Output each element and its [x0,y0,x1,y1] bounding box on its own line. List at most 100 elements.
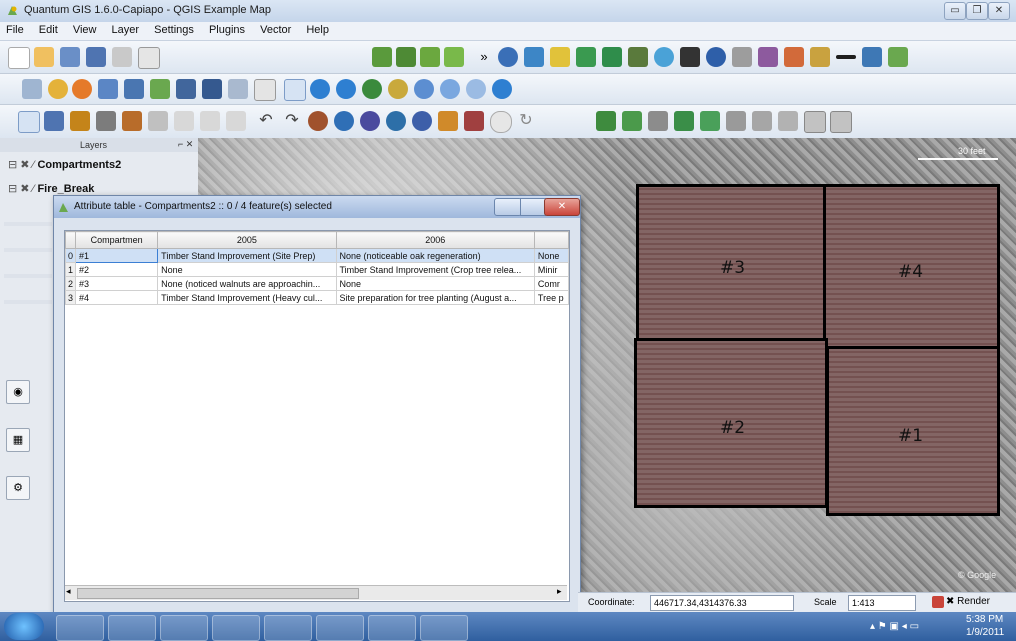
copy-features-icon[interactable] [200,111,220,131]
plugin-icon[interactable] [784,47,804,67]
maximize-button[interactable]: ❐ [966,2,988,20]
diagram-icon[interactable] [674,111,694,131]
taskbar-app[interactable] [212,615,260,641]
menu-view[interactable]: View [67,22,103,36]
menu-vector[interactable]: Vector [254,22,297,36]
column-header[interactable]: 2006 [335,231,535,249]
zoom-full-icon[interactable] [362,79,382,99]
scroll-left-icon[interactable]: ◂ [66,586,71,597]
table-row[interactable]: 0 #1 Timber Stand Improvement (Site Prep… [65,248,569,263]
attr-minimize-button[interactable] [494,198,522,216]
menu-settings[interactable]: Settings [148,22,200,36]
grid-icon[interactable] [576,47,596,67]
column-header[interactable]: 2005 [157,231,337,249]
taskbar-paint[interactable] [420,615,468,641]
split-features-icon[interactable] [464,111,484,131]
layers-panel-controls[interactable]: ⌐ ✕ [178,139,193,150]
stop-render-icon[interactable] [932,596,944,608]
reshape-icon[interactable] [438,111,458,131]
delete-part-icon[interactable] [412,111,432,131]
print-composer-icon[interactable] [112,47,132,67]
table-cell[interactable]: #3 [75,276,159,291]
label-list-icon[interactable] [830,111,852,133]
layer-style-icon[interactable] [550,47,570,67]
row-index[interactable]: 0 [65,248,77,263]
help-icon[interactable] [22,79,42,99]
edit-tool-icon[interactable] [810,47,830,67]
toggle-editing-icon[interactable] [18,111,40,133]
add-raster-layer-icon[interactable] [396,47,416,67]
table-cell[interactable]: Site preparation for tree planting (Augu… [335,290,535,305]
label-change-icon[interactable] [752,111,772,131]
save-as-icon[interactable] [86,47,106,67]
table-cell[interactable]: Tree p [533,290,569,305]
label-pin-icon[interactable] [726,111,746,131]
table-cell[interactable]: #2 [75,262,159,277]
tool-icon[interactable]: ⚙ [6,476,30,500]
gps-icon[interactable] [732,47,752,67]
taskbar-qgis[interactable] [264,615,312,641]
show-bookmarks-icon[interactable] [202,79,222,99]
scrollbar-thumb[interactable] [77,588,359,599]
layer-list-rows[interactable] [4,200,52,320]
zoom-selection-icon[interactable] [388,79,408,99]
taskbar-firefox[interactable] [160,615,208,641]
new-project-icon[interactable] [8,47,30,69]
row-index[interactable]: 2 [65,276,77,291]
more-tools-icon[interactable]: » [474,47,494,67]
table-cell[interactable]: None (noticed walnuts are approachin... [157,276,337,291]
taskbar-media[interactable] [108,615,156,641]
zoom-last-icon[interactable] [440,79,460,99]
measure-line-icon[interactable] [124,79,144,99]
text-annotation-icon[interactable] [254,79,276,101]
move-feature-icon[interactable] [96,111,116,131]
save-project-icon[interactable] [60,47,80,67]
delete-ring-icon[interactable] [386,111,406,131]
taskbar-acrobat[interactable] [368,615,416,641]
north-arrow-icon[interactable] [706,47,726,67]
table-row[interactable]: 2 #3 None (noticed walnuts are approachi… [65,276,569,291]
taskbar-app2[interactable] [316,615,364,641]
add-feature-icon[interactable] [70,111,90,131]
render-toggle[interactable]: ✖ Render [946,596,990,607]
table-icon[interactable] [524,47,544,67]
add-vector-layer-icon[interactable] [372,47,392,67]
table-cell[interactable]: #1 [75,248,159,263]
close-button[interactable]: ✕ [988,2,1010,20]
table-cell[interactable]: None (noticeable oak regeneration) [335,248,535,263]
open-project-icon[interactable] [34,47,54,67]
table-row[interactable]: 1 #2 None Timber Stand Improvement (Crop… [65,262,569,277]
table-cell[interactable]: None [533,248,569,263]
add-spatialite-icon[interactable] [444,47,464,67]
menu-file[interactable]: File [0,22,30,36]
menu-help[interactable]: Help [300,22,335,36]
label-move-icon[interactable] [622,111,642,131]
menu-edit[interactable]: Edit [33,22,64,36]
overview-icon[interactable]: ◉ [6,380,30,404]
label-table-icon[interactable] [804,111,826,133]
layer-item-fire-break[interactable]: ⊟ ✖ ⁄ Fire_Break [8,182,94,195]
terrain-icon[interactable] [680,47,700,67]
grid-view-icon[interactable]: ▦ [6,428,30,452]
layer-item-compartments2[interactable]: ⊟ ✖ ⁄ Compartments2 [8,158,121,171]
attribute-table-icon[interactable] [98,79,118,99]
select-icon[interactable] [72,79,92,99]
oracle-icon[interactable] [888,47,908,67]
label-show-icon[interactable] [700,111,720,131]
python-console-icon[interactable] [862,47,882,67]
scale-field[interactable]: 1:413 [848,595,916,611]
clock-time[interactable]: 5:38 PM [966,614,1003,625]
add-ring-icon[interactable] [334,111,354,131]
raster-tool-icon[interactable] [602,47,622,67]
identify-icon[interactable] [48,79,68,99]
rotate-point-icon[interactable]: ↻ [516,111,536,131]
copyright-icon[interactable] [498,47,518,67]
minimize-button[interactable]: ▭ [944,2,966,20]
table-cell[interactable]: Timber Stand Improvement (Crop tree rele… [335,262,535,277]
menu-plugins[interactable]: Plugins [203,22,251,36]
label-tool-icon[interactable] [596,111,616,131]
zoom-in-icon[interactable] [310,79,330,99]
annotation-icon[interactable] [228,79,248,99]
menu-layer[interactable]: Layer [106,22,146,36]
table-row[interactable]: 3 #4 Timber Stand Improvement (Heavy cul… [65,290,569,305]
